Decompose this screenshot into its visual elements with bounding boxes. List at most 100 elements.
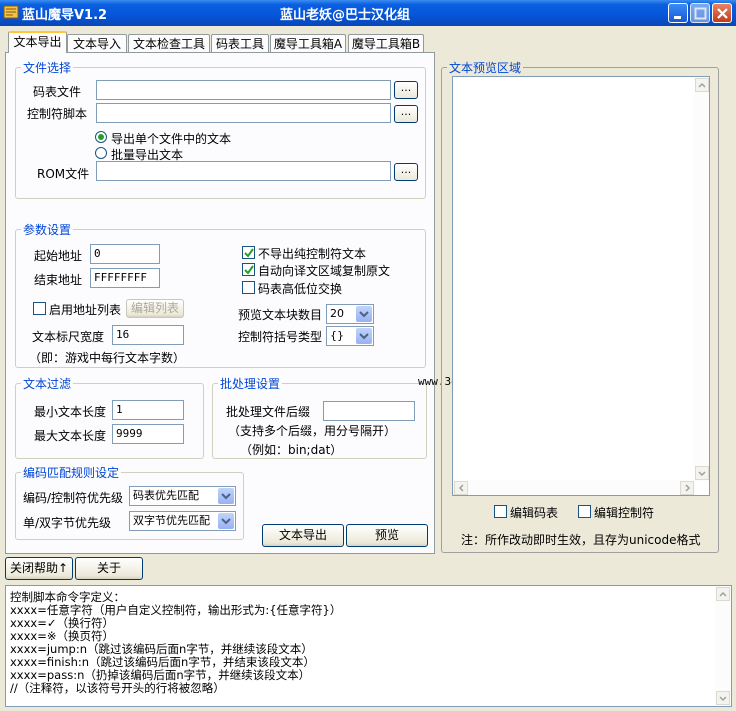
chevron-down-icon	[356, 328, 372, 344]
no-pure-control-label: 不导出纯控制符文本	[258, 247, 367, 261]
arrow-left-icon	[458, 484, 464, 492]
app-icon	[3, 4, 19, 20]
tab-text-check[interactable]: 文本检查工具	[128, 34, 210, 52]
priority2-value: 双字节优先匹配	[133, 514, 210, 527]
about-button[interactable]: 关于	[75, 557, 143, 580]
radio-batch[interactable]	[95, 147, 107, 159]
close-button[interactable]	[712, 3, 732, 23]
preview-legend: 文本预览区域	[447, 59, 524, 76]
scroll-up-button[interactable]	[716, 587, 730, 601]
script-input[interactable]	[96, 103, 391, 123]
scroll-up-button[interactable]	[695, 78, 709, 92]
script-browse-button[interactable]: ...	[394, 105, 418, 123]
toggle-help-button[interactable]: 关闭帮助↑	[5, 557, 73, 580]
edit-codetable-label: 编辑码表	[510, 506, 559, 520]
arrow-up-icon	[698, 82, 706, 88]
maximize-button[interactable]	[690, 3, 710, 23]
rom-label: ROM文件	[37, 167, 90, 181]
priority1-value: 码表优先匹配	[133, 489, 199, 502]
no-pure-control-checkbox[interactable]	[242, 246, 255, 259]
tab-codetable-tools[interactable]: 码表工具	[211, 34, 269, 52]
edit-codetable-checkbox[interactable]	[494, 505, 507, 518]
batch-legend: 批处理设置	[218, 375, 283, 392]
preview-note: 注：所作改动即时生效，且存为unicode格式	[461, 533, 701, 547]
arrow-down-icon	[719, 696, 727, 702]
help-vertical-scrollbar[interactable]	[715, 586, 731, 706]
swap-bytes-label: 码表高低位交换	[258, 282, 343, 296]
preview-count-select[interactable]: 20	[326, 304, 374, 324]
filter-legend: 文本过滤	[21, 375, 74, 392]
ruler-width-note: （即：游戏中每行文本字数）	[29, 351, 186, 365]
bracket-type-select[interactable]: {}	[326, 326, 374, 346]
min-length-label: 最小文本长度	[34, 405, 107, 419]
batch-note-2: （例如：bin;dat）	[240, 443, 343, 457]
batch-suffix-input[interactable]	[323, 401, 415, 421]
tab-toolbox-a[interactable]: 魔导工具箱A	[270, 34, 346, 52]
help-line: //（注释符，以该符号开头的行将被忽略）	[10, 681, 225, 695]
radio-single-file[interactable]	[95, 131, 107, 143]
codetable-label: 码表文件	[33, 85, 82, 99]
close-icon	[717, 8, 728, 19]
chevron-down-icon	[218, 513, 234, 529]
app-title: 蓝山魔导V1.2	[22, 8, 108, 23]
chevron-down-icon	[356, 306, 372, 322]
codetable-input[interactable]	[96, 80, 391, 100]
checkmark-icon	[244, 248, 254, 258]
rom-input[interactable]	[96, 161, 391, 181]
edit-control-checkbox[interactable]	[578, 505, 591, 518]
start-address-input[interactable]: 0	[90, 244, 160, 264]
priority1-select[interactable]: 码表优先匹配	[129, 486, 236, 506]
minimize-button[interactable]	[668, 3, 688, 23]
checkmark-icon	[244, 265, 254, 275]
batch-suffix-label: 批处理文件后缀	[226, 405, 311, 419]
priority1-label: 编码/控制符优先级	[23, 491, 124, 505]
tab-text-export[interactable]: 文本导出	[8, 31, 67, 53]
end-address-input[interactable]: FFFFFFFF	[90, 268, 160, 288]
preview-count-label: 预览文本块数目	[238, 308, 323, 322]
script-label: 控制符脚本	[27, 107, 88, 121]
batch-note-1: （支持多个后缀，用分号隔开）	[228, 424, 397, 438]
preview-horizontal-scrollbar[interactable]	[453, 480, 695, 495]
codetable-browse-button[interactable]: ...	[394, 81, 418, 99]
arrow-down-icon	[698, 471, 706, 477]
min-length-input[interactable]: 1	[112, 400, 184, 420]
ruler-width-label: 文本标尺宽度	[32, 330, 105, 344]
maximize-icon	[694, 7, 707, 20]
arrow-up-icon	[719, 591, 727, 597]
preview-button[interactable]: 预览	[346, 524, 428, 547]
match-rules-legend: 编码匹配规则设定	[21, 464, 122, 481]
priority2-label: 单/双字节优先级	[23, 516, 112, 530]
scroll-down-button[interactable]	[716, 691, 730, 705]
ruler-width-input[interactable]: 16	[112, 325, 184, 345]
edit-list-button[interactable]: 编辑列表	[126, 299, 184, 318]
bracket-type-label: 控制符括号类型	[238, 330, 323, 344]
priority2-select[interactable]: 双字节优先匹配	[129, 511, 236, 531]
max-length-input[interactable]: 9999	[112, 424, 184, 444]
filter-group	[15, 383, 204, 459]
export-text-button[interactable]: 文本导出	[262, 524, 344, 547]
preview-count-value: 20	[330, 307, 344, 320]
tab-text-import[interactable]: 文本导入	[67, 34, 127, 52]
preview-vertical-scrollbar[interactable]	[694, 77, 709, 481]
minimize-icon	[674, 16, 681, 19]
arrow-right-icon	[685, 484, 691, 492]
help-text-area[interactable]: 控制脚本命令字定义： xxxx=任意字符（用户自定义控制符，输出形式为:{任意字…	[5, 585, 732, 707]
scroll-down-button[interactable]	[695, 466, 709, 480]
enable-address-list-checkbox[interactable]	[33, 302, 46, 315]
tab-toolbox-b[interactable]: 魔导工具箱B	[348, 34, 424, 52]
rom-browse-button[interactable]: ...	[394, 163, 418, 181]
chevron-down-icon	[218, 488, 234, 504]
swap-bytes-checkbox[interactable]	[242, 281, 255, 294]
bracket-type-value: {}	[330, 329, 344, 342]
scroll-right-button[interactable]	[680, 481, 694, 495]
end-address-label: 结束地址	[34, 273, 83, 287]
edit-control-label: 编辑控制符	[594, 506, 655, 520]
scroll-left-button[interactable]	[454, 481, 468, 495]
enable-address-list-label: 启用地址列表	[49, 303, 122, 317]
window-subtitle: 蓝山老妖@巴士汉化组	[280, 8, 411, 23]
start-address-label: 起始地址	[34, 249, 83, 263]
auto-copy-label: 自动向译文区域复制原文	[258, 264, 391, 278]
max-length-label: 最大文本长度	[34, 429, 107, 443]
auto-copy-checkbox[interactable]	[242, 263, 255, 276]
preview-text-area[interactable]	[452, 76, 710, 496]
